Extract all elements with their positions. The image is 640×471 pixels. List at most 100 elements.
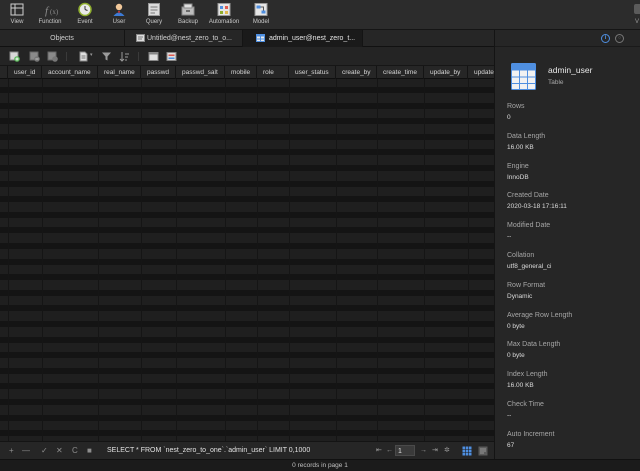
view-icon (10, 3, 24, 16)
empty-row-band (0, 211, 494, 218)
column-header[interactable]: mobile (225, 66, 257, 79)
column-divider (42, 79, 43, 441)
apply-changes-button[interactable]: ✓ (41, 446, 48, 456)
empty-row-band (0, 274, 494, 281)
empty-row-band (0, 258, 494, 265)
property-value: 16.00 KB (507, 143, 534, 151)
empty-row-band (0, 149, 494, 156)
add-row-button[interactable]: + (9, 446, 14, 456)
grid-view-icon[interactable] (148, 51, 159, 62)
column-header[interactable]: account_name (42, 66, 98, 79)
automation-button[interactable]: Automation (207, 2, 241, 29)
ddl-icon[interactable]: ○ (615, 34, 624, 43)
paging-settings-button[interactable]: ✲ (444, 445, 450, 456)
tab-objects[interactable]: Objects (0, 30, 125, 47)
column-header[interactable]: create_by (336, 66, 377, 79)
property-value: 16.00 KB (507, 382, 534, 390)
query-label: Query (145, 19, 163, 25)
tab-bar: Objects Untitled@nest_zero_to_o... admin… (0, 30, 494, 47)
discard-changes-button[interactable]: ✕ (56, 446, 63, 456)
column-header[interactable]: real_name (98, 66, 141, 79)
table-toolbar: ▾ (0, 47, 494, 66)
function-button[interactable]: f (x) Function (33, 2, 67, 29)
event-button[interactable]: Event (68, 2, 102, 29)
first-page-button[interactable]: ⇤ (376, 445, 382, 456)
empty-row-band (0, 305, 494, 312)
empty-row-band (0, 165, 494, 171)
empty-row-band (0, 336, 494, 343)
last-page-button[interactable]: ⇥ (432, 445, 438, 456)
column-header[interactable]: role (257, 66, 289, 79)
query-button[interactable]: Query (137, 2, 171, 29)
toolbar-separator (66, 52, 67, 61)
column-header[interactable]: update_by (424, 66, 468, 79)
backup-button[interactable]: Backup (171, 2, 205, 29)
property-label: Data Length (507, 132, 546, 140)
column-header[interactable]: update (468, 66, 494, 79)
property-label: Row Format (507, 281, 546, 289)
property-label: Created Date (507, 192, 549, 200)
column-header[interactable]: user_id (8, 66, 42, 79)
property-label: Modified Date (507, 222, 551, 230)
page-number-input[interactable]: 1 (395, 445, 415, 456)
user-label: User (112, 19, 126, 25)
object-info-panel: i ○ admin_user Table Rows 0 Data Length 16.… (494, 30, 640, 459)
property-label: Auto Increment (507, 430, 555, 438)
empty-row-band (0, 367, 494, 374)
prev-page-button[interactable]: ← (386, 445, 393, 456)
window-control[interactable] (634, 4, 640, 14)
column-divider (98, 79, 99, 441)
model-button[interactable]: Model (244, 2, 278, 29)
empty-row-band (0, 118, 494, 125)
property-label: Engine (507, 162, 529, 170)
form-view-icon[interactable] (166, 51, 177, 62)
user-icon (113, 3, 125, 16)
object-type: Table (548, 79, 564, 86)
tab-untitled-label: Untitled@nest_zero_to_o... (147, 35, 232, 42)
column-header[interactable]: create_time (377, 66, 424, 79)
next-page-button[interactable]: → (420, 445, 427, 456)
user-button[interactable]: User (102, 2, 136, 29)
empty-row-band (0, 87, 494, 93)
svg-text:(x): (x) (50, 8, 58, 16)
stop-button[interactable]: ■ (87, 446, 92, 456)
column-divider (225, 79, 226, 441)
save-record-icon[interactable] (47, 51, 58, 62)
property-label: Collation (507, 252, 535, 259)
property-value: 0 (507, 114, 511, 121)
view-button[interactable]: View (0, 2, 34, 29)
tab-untitled-query[interactable]: Untitled@nest_zero_to_o... (125, 30, 243, 47)
remove-row-button[interactable]: — (22, 446, 30, 456)
export-dropdown-icon[interactable]: ▾ (90, 52, 93, 58)
column-header[interactable]: passwd (141, 66, 176, 79)
filter-icon[interactable] (101, 51, 112, 62)
property-value: utf8_general_ci (507, 263, 552, 270)
empty-row-band (0, 196, 494, 203)
property-label: Index Length (507, 371, 548, 379)
info-icon[interactable]: i (601, 34, 610, 43)
empty-row-band (0, 430, 494, 437)
delete-record-icon[interactable] (29, 51, 40, 62)
empty-row-band (0, 321, 494, 327)
column-divider (8, 79, 9, 441)
data-grid[interactable]: user_id account_name real_name passwd pa… (0, 66, 494, 441)
grid-mode-icon[interactable] (462, 446, 472, 456)
refresh-button[interactable]: C (72, 446, 78, 456)
main-toolbar: View f (x) Function Event User Query Bac… (0, 0, 640, 30)
add-record-icon[interactable] (9, 51, 20, 62)
empty-row-band (0, 180, 494, 187)
form-mode-icon[interactable] (478, 446, 488, 456)
export-icon[interactable] (78, 51, 89, 62)
query-icon (148, 3, 160, 16)
tab-admin-user[interactable]: admin_user@nest_zero_t... (243, 30, 363, 47)
column-header[interactable]: passwd_salt (176, 66, 225, 79)
query-tab-icon (136, 34, 145, 42)
tab-admin-user-label: admin_user@nest_zero_t... (269, 35, 356, 42)
empty-row-band (0, 102, 494, 109)
sort-icon[interactable] (119, 51, 130, 62)
function-icon: f (x) (45, 5, 58, 17)
panel-header: i ○ (495, 30, 640, 47)
grid-rows[interactable] (0, 79, 494, 441)
event-icon (78, 2, 92, 17)
column-header[interactable]: user_status (289, 66, 336, 79)
